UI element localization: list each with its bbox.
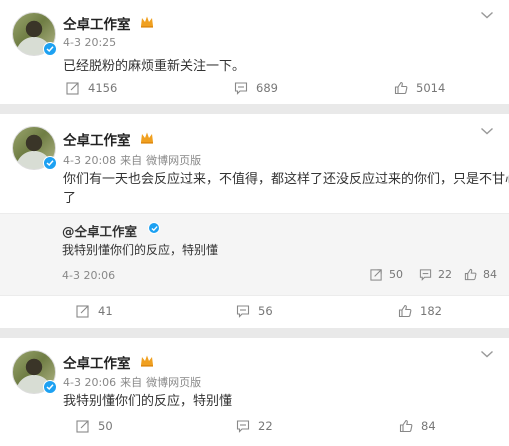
post-text: 我特别懂你们的反应，特别懂 <box>63 394 233 409</box>
repost-icon <box>76 420 89 433</box>
source-prefix: 来自 <box>120 376 143 389</box>
comment-icon <box>236 305 250 318</box>
like-count: 84 <box>483 268 497 281</box>
like-button[interactable]: 84 <box>399 419 436 433</box>
quoted-comment-button[interactable]: 22 <box>419 268 452 281</box>
quoted-time[interactable]: 4-3 20:06 <box>62 269 115 282</box>
post-meta: 4-3 20:06 来自 微博网页版 <box>63 374 201 390</box>
repost-count: 41 <box>98 304 113 318</box>
crown-icon <box>141 16 153 28</box>
repost-icon <box>370 269 382 281</box>
comment-count: 689 <box>256 81 278 95</box>
like-icon <box>398 304 412 318</box>
verified-badge-icon <box>43 156 57 170</box>
quoted-post[interactable]: @仝卓工作室 我特别懂你们的反应，特别懂 4-3 20:06 50 22 84 <box>0 213 509 296</box>
post-meta: 4-3 20:25 <box>63 36 116 49</box>
comment-count: 56 <box>258 304 273 318</box>
comment-button[interactable]: 689 <box>234 81 278 95</box>
comment-icon <box>419 269 432 281</box>
post-time[interactable]: 4-3 20:25 <box>63 36 116 49</box>
repost-icon <box>66 82 79 95</box>
chevron-down-icon[interactable] <box>480 127 494 135</box>
comment-icon <box>234 82 248 95</box>
verified-badge-icon <box>43 380 57 394</box>
quoted-author[interactable]: @仝卓工作室 <box>62 221 137 240</box>
source-prefix: 来自 <box>120 154 143 167</box>
post-time[interactable]: 4-3 20:08 <box>63 154 116 167</box>
like-count: 182 <box>420 304 442 318</box>
repost-count: 50 <box>389 268 403 281</box>
verified-badge-icon <box>43 42 57 56</box>
crown-icon <box>141 355 153 367</box>
repost-button[interactable]: 41 <box>76 304 113 318</box>
like-count: 5014 <box>416 81 446 95</box>
comment-icon <box>236 420 250 433</box>
like-icon <box>394 81 408 95</box>
source-client[interactable]: 微博网页版 <box>146 154 201 167</box>
post-text: 已经脱粉的麻烦重新关注一下。 <box>63 59 246 74</box>
author-name[interactable]: 仝卓工作室 <box>63 352 131 372</box>
repost-count: 4156 <box>88 81 118 95</box>
repost-button[interactable]: 4156 <box>66 81 117 95</box>
quoted-like-button[interactable]: 84 <box>464 268 497 281</box>
crown-icon <box>141 132 153 144</box>
post-text-line-2: 了 <box>63 191 77 206</box>
repost-button[interactable]: 50 <box>76 419 113 433</box>
comment-count: 22 <box>258 419 273 433</box>
post-text: 你们有一天也会反应过来，不值得，都这样了还没反应过来的你们，只是不甘心罢 了 <box>63 170 509 208</box>
post-card-3: 仝卓工作室 4-3 20:06 来自 微博网页版 我特别懂你们的反应，特别懂 50 … <box>0 338 509 446</box>
repost-icon <box>76 305 89 318</box>
comment-button[interactable]: 56 <box>236 304 273 318</box>
chevron-down-icon[interactable] <box>480 11 494 19</box>
author-name[interactable]: 仝卓工作室 <box>63 13 131 33</box>
source-client[interactable]: 微博网页版 <box>146 376 201 389</box>
post-text-line-1: 你们有一天也会反应过来，不值得，都这样了还没反应过来的你们，只是不甘心罢 <box>63 172 509 187</box>
quoted-text: 我特别懂你们的反应，特别懂 <box>62 243 219 257</box>
chevron-down-icon[interactable] <box>480 350 494 358</box>
verified-badge-icon <box>148 222 160 234</box>
like-icon <box>464 268 477 281</box>
post-card-1: 仝卓工作室 4-3 20:25 已经脱粉的麻烦重新关注一下。 4156 689 … <box>0 0 509 104</box>
like-button[interactable]: 5014 <box>394 81 445 95</box>
repost-count: 50 <box>98 419 113 433</box>
like-button[interactable]: 182 <box>398 304 442 318</box>
like-count: 84 <box>421 419 436 433</box>
comment-count: 22 <box>438 268 452 281</box>
author-name[interactable]: 仝卓工作室 <box>63 129 131 149</box>
post-time[interactable]: 4-3 20:06 <box>63 376 116 389</box>
like-icon <box>399 419 413 433</box>
comment-button[interactable]: 22 <box>236 419 273 433</box>
post-card-2: 仝卓工作室 4-3 20:08 来自 微博网页版 你们有一天也会反应过来，不值得，都… <box>0 114 509 328</box>
post-meta: 4-3 20:08 来自 微博网页版 <box>63 152 201 168</box>
quoted-repost-button[interactable]: 50 <box>370 268 403 281</box>
